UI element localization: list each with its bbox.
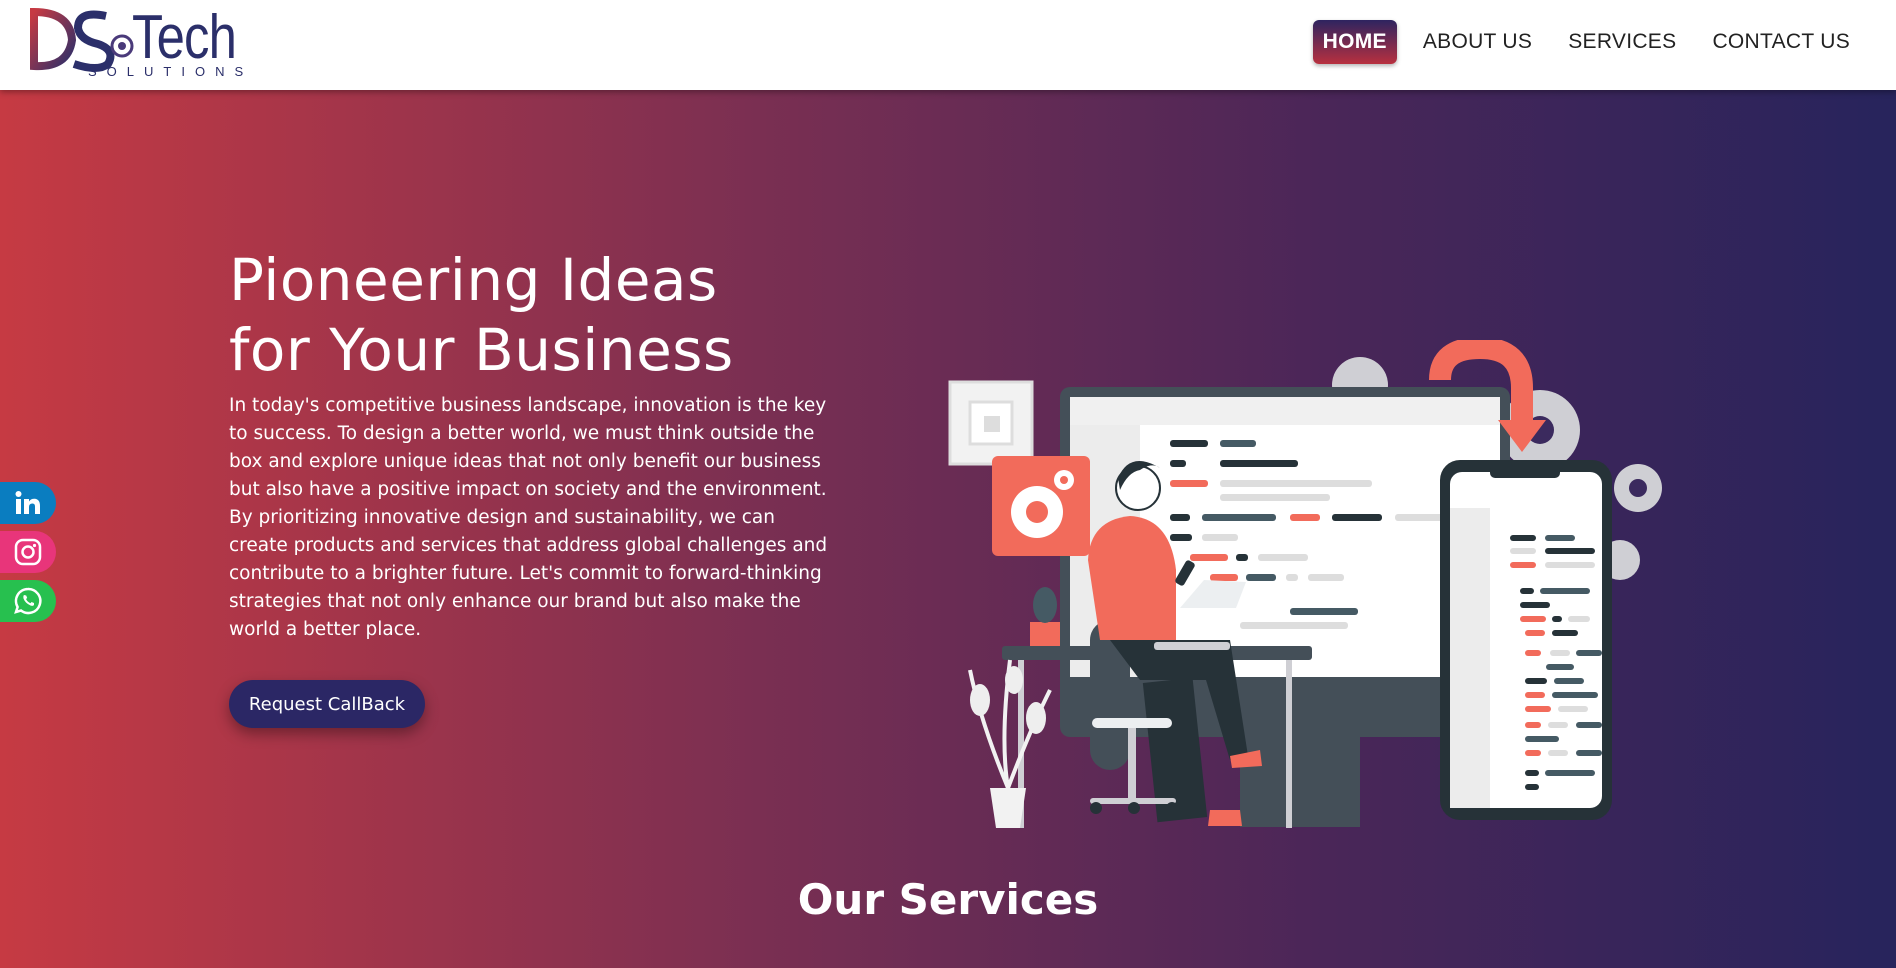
hero-title-line2: for Your Business [229,316,734,384]
nav-contact-us[interactable]: CONTACT US [1702,20,1860,64]
request-callback-button[interactable]: Request CallBack [229,680,425,728]
navbar: Tech SOLUTIONS HOME ABOUT US SERVICES CO… [0,0,1896,90]
hero-section: Pioneering Ideas for Your Business In to… [0,90,1896,968]
our-services-title: Our Services [797,875,1099,924]
whatsapp-button[interactable] [0,580,56,622]
hero-title: Pioneering Ideas for Your Business [229,245,849,385]
developer-illustration [948,340,1662,828]
whatsapp-icon [14,587,42,615]
hero-title-line1: Pioneering Ideas [229,246,718,314]
logo-sub-text: SOLUTIONS [88,64,254,79]
logo-tech-text: Tech [132,3,237,72]
hero-description: In today's competitive business landscap… [229,395,828,640]
brand-logo[interactable]: Tech SOLUTIONS [28,3,243,84]
instagram-button[interactable] [0,531,56,573]
instagram-icon [14,538,42,566]
nav-about-us[interactable]: ABOUT US [1413,20,1542,64]
main-nav: HOME ABOUT US SERVICES CONTACT US [1312,20,1860,64]
linkedin-icon [15,491,40,514]
linkedin-button[interactable] [0,482,56,524]
nav-home[interactable]: HOME [1312,20,1397,64]
nav-services[interactable]: SERVICES [1558,20,1686,64]
